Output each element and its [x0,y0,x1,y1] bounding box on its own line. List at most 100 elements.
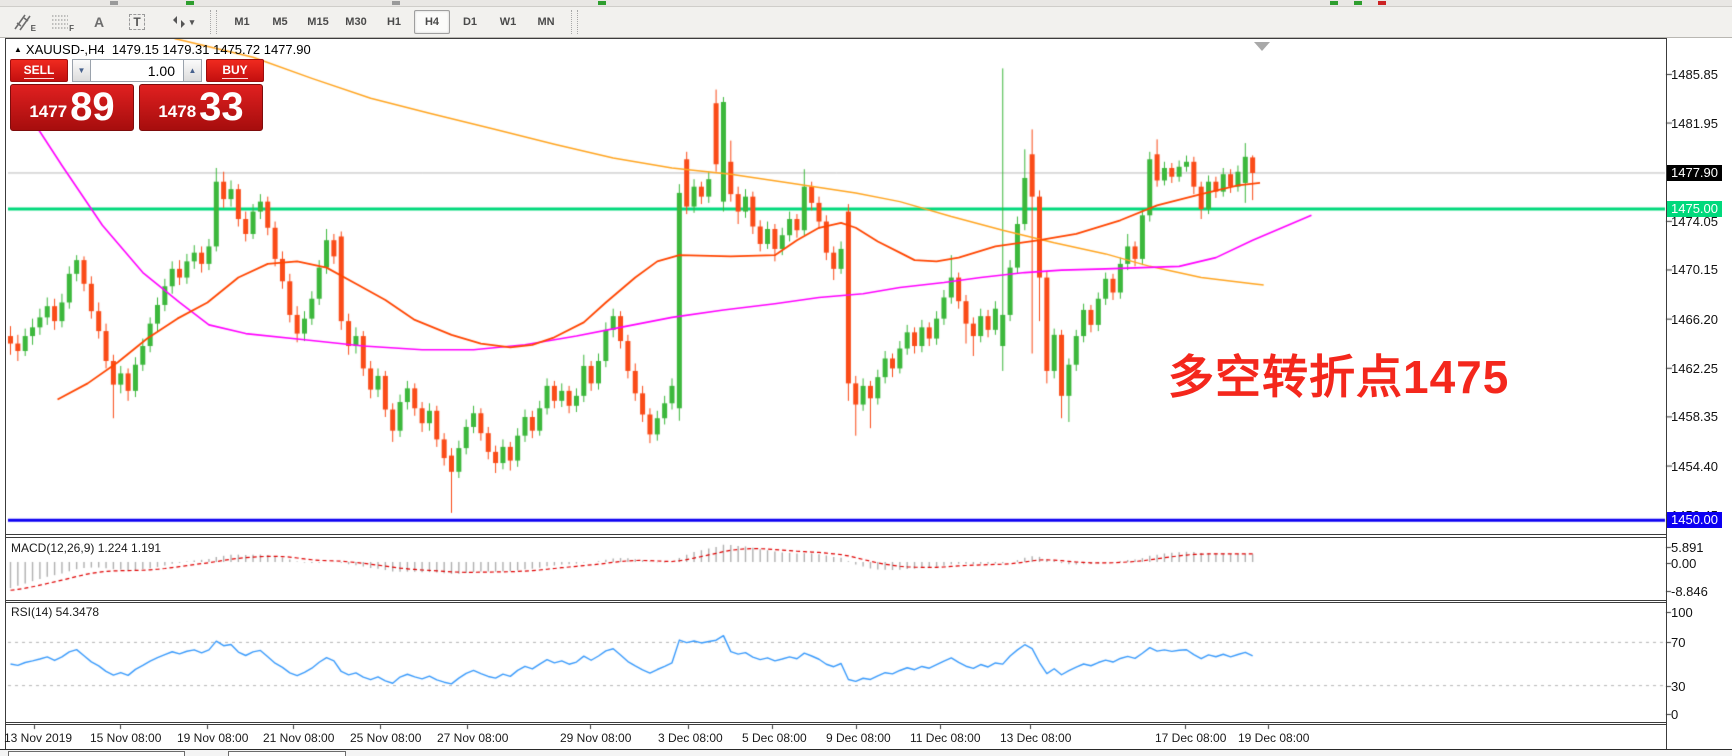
clipped-icon [110,1,118,5]
time-axis-label: 5 Dec 08:00 [742,731,807,745]
fibonacci-grid-icon[interactable]: F [46,10,76,34]
volume-input[interactable] [91,59,183,82]
text-icon[interactable]: A [84,10,114,34]
sell-button[interactable]: SELL [10,59,68,82]
buy-button-label: BUY [222,63,247,79]
text-label-icon[interactable]: T [122,10,152,34]
indicator-axis-label: 5.891 [1671,540,1704,555]
time-axis-label: 29 Nov 08:00 [560,731,631,745]
axis-border [1666,38,1667,749]
timeframe-button-D1[interactable]: D1 [452,10,488,34]
time-axis-label: 25 Nov 08:00 [350,731,421,745]
panel-divider[interactable] [5,602,1667,603]
chart-tabs-strip [0,749,1732,756]
panel-divider[interactable] [5,534,1667,535]
sell-price-tile[interactable]: 1477 89 [10,84,134,131]
text-icon-glyph: A [94,14,104,30]
volume-decrease-button[interactable]: ▼ [72,59,91,82]
time-axis-label: 13 Dec 08:00 [1000,731,1071,745]
chart-annotation-text: 多空转折点1475 [1168,341,1509,407]
time-axis-label: 27 Nov 08:00 [437,731,508,745]
clipped-icon [392,1,400,5]
indicator-axis-label: 0 [1671,707,1678,722]
panel-divider[interactable] [5,537,1667,538]
clipped-icon [1354,1,1362,5]
arrange-objects-icon[interactable]: ▾ [160,10,204,34]
time-axis-label: 11 Dec 08:00 [910,731,981,745]
buy-price-major: 1478 [158,102,196,122]
spin-down-icon: ▼ [78,66,86,75]
chevron-down-icon[interactable]: ▾ [190,17,195,28]
ohlc-values: 1479.15 1479.31 1475.72 1477.90 [112,42,311,57]
timeframe-button-M15[interactable]: M15 [300,10,336,34]
clipped-icon [186,1,194,5]
time-axis-label: 3 Dec 08:00 [658,731,723,745]
icon-sub-label: F [69,24,74,33]
icon-sub-label: E [31,24,36,33]
equidistant-channel-icon[interactable]: E [8,10,38,34]
time-axis-label: 21 Nov 08:00 [263,731,334,745]
timeframe-button-MN[interactable]: MN [528,10,564,34]
expand-arrow-icon[interactable]: ▲ [14,45,22,54]
indicator-axis-label: 70 [1671,635,1685,650]
indicator-axis-label: 100 [1671,605,1693,620]
symbol-period-label: XAUUSD-,H4 [26,42,105,57]
clipped-icon [1378,1,1386,5]
time-axis-label: 19 Dec 08:00 [1238,731,1309,745]
indicator-axis-label: 30 [1671,679,1685,694]
price-axis-label: 1470.15 [1671,262,1718,277]
panel-border [5,38,1666,39]
chart-symbol-header: ▲ XAUUSD-,H4 1479.15 1479.31 1475.72 1477… [14,42,311,57]
indicator-axis-label: -8.846 [1671,584,1708,599]
timeframe-button-M1[interactable]: M1 [224,10,260,34]
panel-divider[interactable] [5,600,1667,601]
chart-shift-marker-icon[interactable] [1254,42,1270,51]
spin-up-icon: ▲ [189,66,197,75]
price-axis-label: 1462.25 [1671,361,1718,376]
sell-button-label: SELL [24,63,55,79]
timeframe-bar: M1M5M15M30H1H4D1W1MN [223,10,565,34]
price-badge-1450.00: 1450.00 [1667,512,1722,528]
price-axis-label: 1466.20 [1671,312,1718,327]
timeframe-button-H1[interactable]: H1 [376,10,412,34]
time-axis-label: 9 Dec 08:00 [826,731,891,745]
chart-tab[interactable] [8,751,185,756]
trading-terminal-window: E F A T ▾ M1M5M15M30H1H4D1W1MN ▲ XAUUSD-,… [0,0,1732,756]
price-axis-label: 1454.40 [1671,459,1718,474]
timeframe-button-W1[interactable]: W1 [490,10,526,34]
price-axis-label: 1481.95 [1671,116,1718,131]
timeframe-button-M30[interactable]: M30 [338,10,374,34]
panel-border [5,38,6,749]
time-axis-label: 19 Nov 08:00 [177,731,248,745]
time-axis-label: 17 Dec 08:00 [1155,731,1226,745]
price-badge-1475.00: 1475.00 [1667,201,1722,217]
toolbar-separator [571,10,578,34]
timeframe-button-H4[interactable]: H4 [414,10,450,34]
timeframe-button-M5[interactable]: M5 [262,10,298,34]
price-badge-1477.90: 1477.90 [1667,165,1722,181]
rsi-indicator-label: RSI(14) 54.3478 [11,605,99,619]
panel-divider [5,722,1667,723]
sell-price-pips: 89 [70,87,115,127]
buy-price-pips: 33 [199,87,244,127]
macd-indicator-label: MACD(12,26,9) 1.224 1.191 [11,541,161,555]
volume-stepper: ▼ ▲ [72,59,202,82]
indicator-axis-label: 0.00 [1671,556,1696,571]
price-axis-label: 1458.35 [1671,409,1718,424]
time-axis-label: 13 Nov 2019 [4,731,72,745]
text-label-glyph: T [129,14,144,30]
clipped-icon [598,1,606,5]
sell-price-major: 1477 [29,102,67,122]
buy-price-tile[interactable]: 1478 33 [139,84,263,131]
clipped-icon [1330,1,1338,5]
chart-tab[interactable] [228,751,346,756]
clipped-upper-toolbar [0,0,1732,7]
buy-button[interactable]: BUY [206,59,264,82]
price-axis-label: 1485.85 [1671,67,1718,82]
panel-divider [5,724,1667,725]
drawing-and-timeframe-toolbar: E F A T ▾ M1M5M15M30H1H4D1W1MN [0,7,1732,38]
volume-increase-button[interactable]: ▲ [183,59,202,82]
toolbar-separator [210,10,217,34]
time-axis-label: 15 Nov 08:00 [90,731,161,745]
one-click-trade-panel: SELL ▼ ▲ BUY 1477 89 1478 33 [10,59,265,131]
